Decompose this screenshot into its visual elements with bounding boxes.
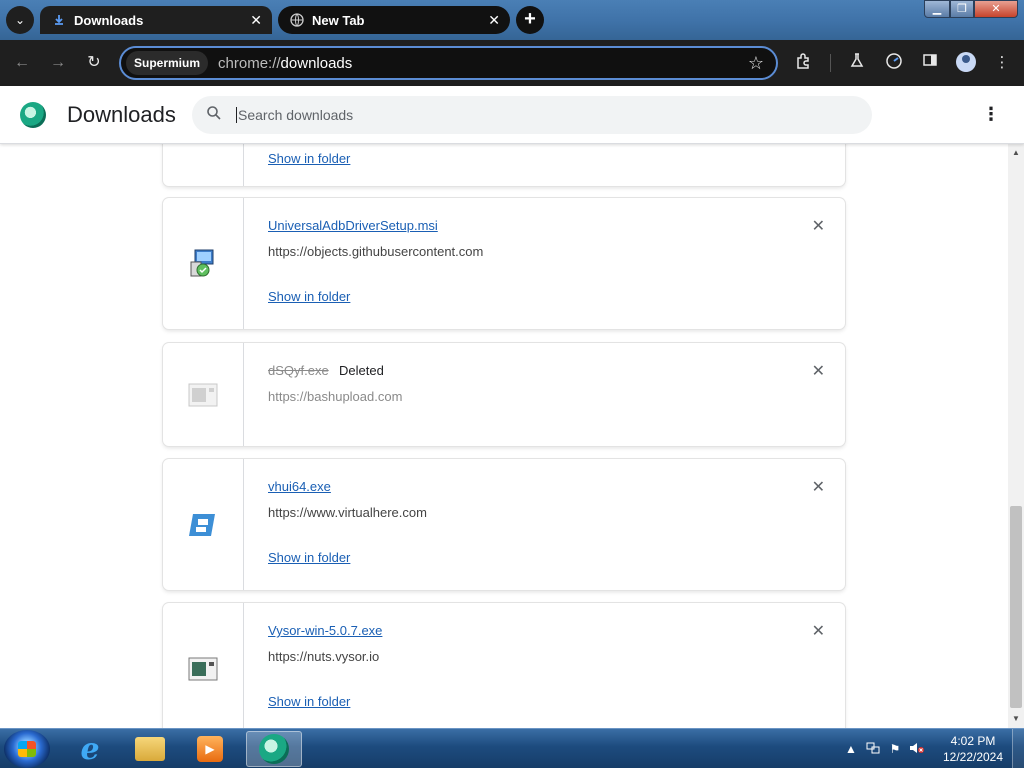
scroll-thumb[interactable] [1010, 506, 1022, 708]
remove-item-icon[interactable]: ✕ [812, 477, 825, 497]
search-icon [206, 105, 224, 126]
close-tab-icon[interactable]: ✕ [488, 12, 500, 29]
toolbar-separator [830, 54, 831, 72]
taskbar-app-media-player[interactable]: ▶ [182, 731, 238, 767]
address-bar[interactable]: Supermium chrome://downloads ☆ [119, 46, 778, 80]
forward-arrow-icon[interactable]: → [47, 52, 69, 74]
show-in-folder-link[interactable]: Show in folder [268, 550, 350, 565]
extensions-icon[interactable] [793, 52, 815, 74]
tab-new-tab[interactable]: New Tab ✕ [278, 6, 510, 34]
folder-icon [135, 737, 165, 761]
tab-downloads[interactable]: Downloads ✕ [40, 6, 272, 34]
clock-time: 4:02 PM [950, 734, 996, 748]
volume-muted-icon[interactable] [906, 741, 928, 758]
download-icon [52, 13, 66, 27]
windows-taskbar: e ▶ ▲ ⚑ 4:02 PM 12/22/2024 [0, 728, 1024, 768]
restore-button[interactable]: ❐ [950, 0, 974, 18]
page-scrollbar[interactable]: ▲ ▼ [1008, 144, 1024, 728]
file-icon-column [163, 343, 244, 446]
tab-strip: ⌄ Downloads ✕ New Tab ✕ + ▁ ❐ ✕ [0, 0, 1024, 40]
show-in-folder-link[interactable]: Show in folder [268, 151, 350, 166]
file-icon-column [163, 603, 244, 728]
globe-icon [290, 13, 304, 27]
generic-exe-icon [187, 379, 219, 411]
file-icon-column [163, 198, 244, 329]
show-in-folder-link[interactable]: Show in folder [268, 289, 350, 304]
download-item: vhui64.exe https://www.virtualhere.com S… [163, 459, 845, 590]
search-input[interactable] [236, 107, 836, 123]
download-item: UniversalAdbDriverSetup.msi https://obje… [163, 198, 845, 329]
download-item: dSQyf.exe Deleted https://bashupload.com… [163, 343, 845, 446]
show-hidden-icons-icon[interactable]: ▲ [840, 742, 862, 756]
search-box[interactable] [192, 96, 872, 134]
start-button[interactable] [4, 730, 50, 768]
file-name-link[interactable]: vhui64.exe [268, 479, 331, 494]
taskbar-app-supermium[interactable] [246, 731, 302, 767]
side-panel-icon[interactable] [919, 52, 941, 74]
profile-avatar-icon[interactable] [955, 52, 977, 74]
downloads-header: Downloads ⋮ [0, 86, 1024, 144]
tab-title: New Tab [312, 12, 365, 28]
file-name-link[interactable]: UniversalAdbDriverSetup.msi [268, 218, 438, 233]
browser-toolbar: ← → ↻ Supermium chrome://downloads ☆ ⋮ [0, 40, 1024, 86]
bookmark-star-icon[interactable]: ☆ [748, 53, 764, 74]
clock-date: 12/22/2024 [942, 750, 1004, 764]
scroll-up-arrow-icon[interactable]: ▲ [1008, 146, 1024, 160]
more-actions-icon[interactable]: ⋮ [982, 104, 1000, 125]
source-url: https://objects.githubusercontent.com [268, 244, 484, 259]
page-title: Downloads [67, 102, 176, 127]
tab-title: Downloads [74, 12, 144, 28]
installer-icon [187, 248, 219, 280]
download-item: Vysor-win-5.0.7.exe https://nuts.vysor.i… [163, 603, 845, 728]
labs-flask-icon[interactable] [846, 52, 868, 74]
generic-exe-icon [187, 653, 219, 685]
system-clock[interactable]: 4:02 PM 12/22/2024 [938, 733, 1008, 765]
media-player-icon: ▶ [197, 736, 223, 762]
minimize-button[interactable]: ▁ [924, 0, 950, 18]
taskbar-app-explorer[interactable] [122, 731, 178, 767]
remove-item-icon[interactable]: ✕ [812, 216, 825, 236]
remove-item-icon[interactable]: ✕ [812, 621, 825, 641]
windows-flag-icon [18, 741, 36, 757]
supermium-icon [259, 734, 289, 764]
performance-icon[interactable] [883, 52, 905, 74]
file-name-link[interactable]: Vysor-win-5.0.7.exe [268, 623, 382, 638]
download-status: Deleted [339, 363, 384, 378]
browser-menu-icon[interactable]: ⋮ [991, 52, 1013, 74]
browser-chip[interactable]: Supermium [126, 51, 209, 75]
virtualhere-icon [187, 509, 219, 541]
reload-icon[interactable]: ↻ [83, 52, 105, 74]
internet-explorer-icon: e [80, 731, 100, 767]
file-icon-column [163, 144, 244, 186]
window-controls: ▁ ❐ ✕ [924, 0, 1018, 18]
network-icon[interactable] [862, 741, 884, 758]
close-tab-icon[interactable]: ✕ [250, 12, 262, 29]
window-close-button[interactable]: ✕ [974, 0, 1018, 18]
source-url: https://bashupload.com [268, 389, 403, 404]
downloads-list: Show in folder UniversalAdbDriverSetup.m… [0, 144, 1008, 728]
file-name-text: dSQyf.exe [268, 363, 329, 378]
file-icon-column [163, 459, 244, 590]
tab-search-button[interactable]: ⌄ [6, 6, 34, 34]
supermium-logo-icon [20, 102, 46, 128]
back-arrow-icon[interactable]: ← [11, 52, 33, 74]
taskbar-app-internet-explorer[interactable]: e [62, 731, 118, 767]
new-tab-button[interactable]: + [516, 6, 544, 34]
system-tray: ▲ ⚑ [840, 729, 928, 768]
scroll-down-arrow-icon[interactable]: ▼ [1008, 712, 1024, 726]
download-item: Show in folder [163, 144, 845, 186]
action-center-flag-icon[interactable]: ⚑ [884, 742, 906, 756]
source-url: https://nuts.vysor.io [268, 649, 380, 664]
show-in-folder-link[interactable]: Show in folder [268, 694, 350, 709]
show-desktop-button[interactable] [1012, 729, 1024, 768]
url-text[interactable]: chrome://downloads [218, 55, 352, 72]
source-url: https://www.virtualhere.com [268, 505, 427, 520]
remove-item-icon[interactable]: ✕ [812, 361, 825, 381]
